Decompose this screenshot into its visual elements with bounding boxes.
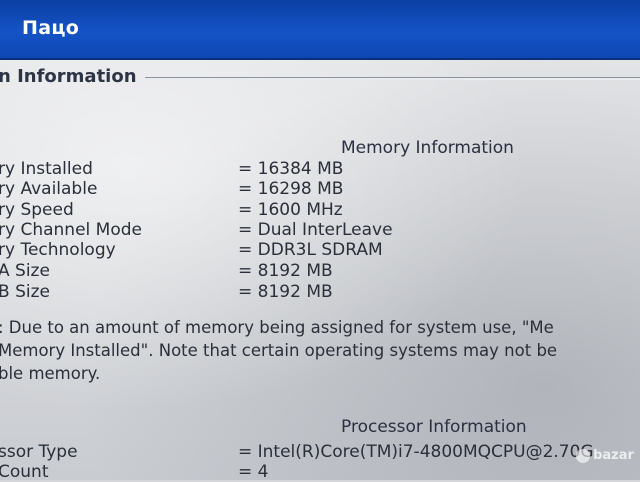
watermark-logo-icon bbox=[576, 448, 591, 463]
section-divider bbox=[145, 77, 640, 80]
row-label: ssor Type bbox=[0, 442, 78, 462]
row-label: A Size bbox=[0, 261, 50, 281]
row-value: = 1600 MHz bbox=[238, 200, 343, 220]
watermark-top: Пацо bbox=[22, 17, 80, 39]
title-bar bbox=[0, 0, 640, 60]
row-label: B Size bbox=[0, 282, 50, 302]
memory-note-line-3: ble memory. bbox=[0, 364, 101, 383]
row-value: = 16384 MB bbox=[238, 159, 344, 179]
row-label: ry Speed bbox=[0, 200, 74, 220]
row-label: ry Channel Mode bbox=[0, 220, 142, 240]
row-value: = 16298 MB bbox=[238, 179, 344, 199]
watermark-bottom-right: bazar bbox=[574, 448, 636, 474]
row-label: ry Available bbox=[0, 179, 98, 199]
row-label: ry Installed bbox=[0, 159, 93, 179]
processor-info-title: Processor Information bbox=[341, 417, 527, 437]
row-value: = 8192 MB bbox=[238, 261, 333, 281]
row-label: Count bbox=[0, 462, 49, 482]
row-value: = DDR3L SDRAM bbox=[238, 240, 383, 260]
watermark-text: bazar bbox=[593, 448, 634, 463]
memory-info-title: Memory Information bbox=[341, 138, 514, 158]
row-value: = Dual InterLeave bbox=[238, 220, 393, 240]
row-value: = 4 bbox=[238, 462, 269, 482]
memory-note-line-1: : Due to an amount of memory being assig… bbox=[0, 318, 554, 337]
row-label: ry Technology bbox=[0, 240, 116, 260]
row-value: = Intel(R)Core(TM)i7-4800MQCPU@2.70G bbox=[238, 442, 594, 462]
section-title: n Information bbox=[0, 66, 137, 87]
row-value: = 8192 MB bbox=[238, 282, 333, 302]
memory-note-line-2: Memory Installed". Note that certain ope… bbox=[0, 341, 558, 360]
